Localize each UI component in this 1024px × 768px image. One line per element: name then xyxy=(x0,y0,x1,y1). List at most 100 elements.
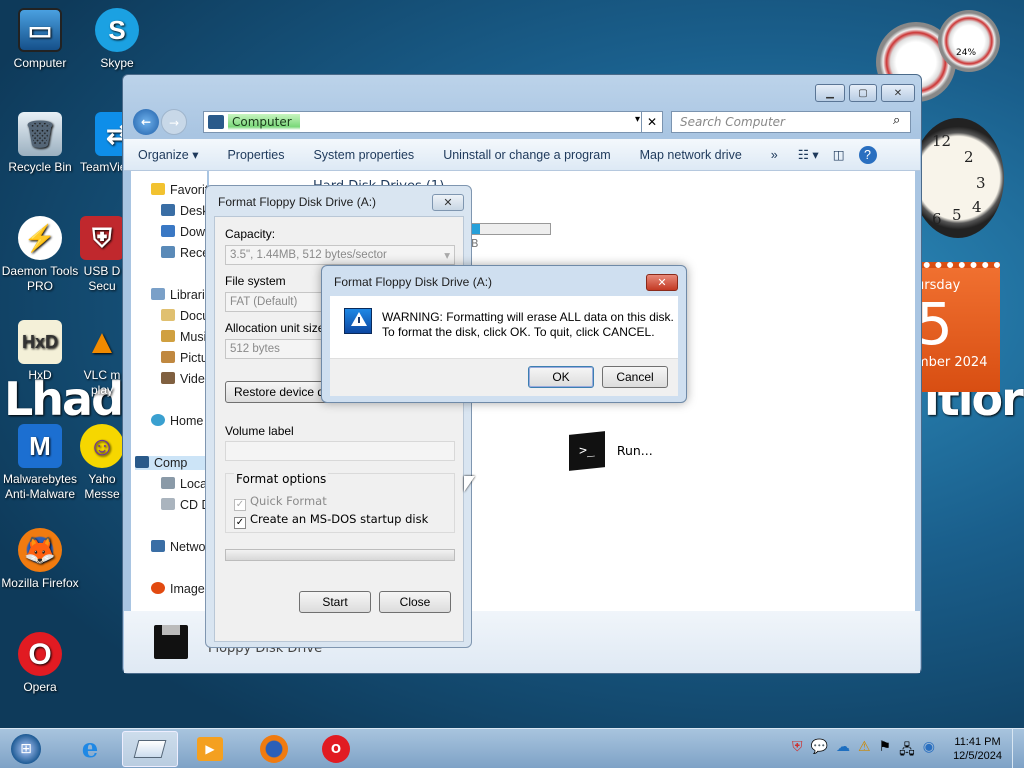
volume-tray-icon[interactable]: ◉ xyxy=(923,739,935,763)
opera-icon: O xyxy=(322,735,350,763)
desktop-icon-vlc[interactable]: ▲ VLC m play xyxy=(77,320,127,398)
msdos-startup-checkbox[interactable]: ✓ Create an MS-DOS startup disk xyxy=(234,512,428,529)
start-button[interactable]: Start xyxy=(299,591,371,613)
volume-label-label: Volume label xyxy=(225,424,294,438)
search-input[interactable]: Search Computer xyxy=(671,111,911,133)
start-button-orb[interactable]: ⊞ xyxy=(0,731,52,767)
media-player-icon: ▶ xyxy=(197,737,223,761)
warning-line-2: To format the disk, click OK. To quit, c… xyxy=(382,325,655,339)
help-icon[interactable]: ? xyxy=(858,145,877,164)
cd-drive-icon xyxy=(161,498,175,510)
usb-tray-icon[interactable]: ⚠ xyxy=(858,739,871,763)
properties-button[interactable]: Properties xyxy=(227,148,284,162)
security-shield-icon[interactable]: ⛨ xyxy=(792,739,803,763)
breadcrumb-computer[interactable]: Computer xyxy=(228,114,300,130)
desktop-icon-hxd[interactable]: HxD HxD xyxy=(0,320,80,383)
homegroup-icon xyxy=(151,414,165,426)
format-warning-dialog[interactable]: Format Floppy Disk Drive (A:) ✕ WARNING:… xyxy=(321,265,687,403)
yahoo-messenger-icon: ☺ xyxy=(80,424,124,468)
nav-favorites[interactable]: Favorit xyxy=(151,183,208,197)
capacity-select[interactable]: 3.5", 1.44MB, 512 bytes/sector xyxy=(225,245,455,265)
nav-libraries[interactable]: Librari xyxy=(151,288,205,302)
desktop-icon-firefox[interactable]: 🦊 Mozilla Firefox xyxy=(0,528,80,591)
desktop-icon-computer[interactable]: ▭ Computer xyxy=(0,8,80,71)
taskbar-firefox[interactable] xyxy=(246,731,302,767)
system-properties-button[interactable]: System properties xyxy=(313,148,414,162)
network-tray-icon[interactable]: 🖧 xyxy=(899,739,915,763)
maximize-button[interactable]: ▢ xyxy=(849,84,877,102)
nav-recent[interactable]: Rece xyxy=(161,246,209,260)
command-bar: Organize ▾ Properties System properties … xyxy=(124,139,920,171)
cancel-button[interactable]: Cancel xyxy=(602,366,668,388)
organize-menu[interactable]: Organize ▾ xyxy=(138,147,198,162)
desktop-icon-skype[interactable]: S Skype xyxy=(77,8,157,71)
desktop-icon-teamviewer[interactable]: ⇄ TeamVie xyxy=(77,112,127,175)
firefox-icon xyxy=(260,735,288,763)
desktop-icon-yahoo-messenger[interactable]: ☺ Yaho Messe xyxy=(77,424,127,502)
messenger-tray-icon[interactable]: 💬 xyxy=(811,739,828,763)
warning-icon xyxy=(344,308,372,334)
desktop-icon-opera[interactable]: O Opera xyxy=(0,632,80,695)
stop-button[interactable]: ✕ xyxy=(641,111,663,133)
nav-network[interactable]: Netwo xyxy=(151,540,205,554)
file-system-label: File system xyxy=(225,274,286,288)
nav-homegroup[interactable]: Home xyxy=(151,414,203,428)
flag-tray-icon[interactable]: ⚑ xyxy=(879,739,892,763)
desktop-icon-daemon-tools[interactable]: ⚡ Daemon Tools PRO xyxy=(0,216,80,294)
nav-desktop[interactable]: Desk xyxy=(161,204,208,218)
command-prompt-icon: >_ xyxy=(569,431,605,471)
format-dialog-close-button[interactable]: ✕ xyxy=(432,194,464,211)
computer-small-icon xyxy=(208,115,224,129)
run-shortcut[interactable]: >_ Run... xyxy=(569,431,653,471)
map-network-drive-button[interactable]: Map network drive xyxy=(640,148,742,162)
taskbar-opera[interactable]: O xyxy=(308,731,364,767)
nav-computer[interactable]: Comp xyxy=(135,456,205,470)
preview-pane-icon[interactable]: ◫ xyxy=(833,147,845,162)
ok-button[interactable]: OK xyxy=(528,366,594,388)
desktop-icon-usb-security[interactable]: ⛨ USB D Secu xyxy=(77,216,127,294)
address-bar[interactable]: Computer ▾ xyxy=(203,111,645,133)
explorer-folder-icon xyxy=(133,740,167,758)
tray-date: 12/5/2024 xyxy=(953,750,1002,762)
mouse-cursor-icon xyxy=(464,476,475,492)
drive-usage-bar xyxy=(471,223,551,235)
memory-meter-gadget[interactable]: 24% xyxy=(938,10,1000,72)
libraries-icon xyxy=(151,288,165,300)
onedrive-tray-icon[interactable]: ☁ xyxy=(836,739,850,763)
nav-downloads[interactable]: Dow xyxy=(161,225,205,239)
forward-button[interactable]: → xyxy=(161,109,187,135)
nav-pictures[interactable]: Pictu xyxy=(161,351,208,365)
nav-image[interactable]: Image xyxy=(151,582,205,596)
nav-videos[interactable]: Vide xyxy=(161,372,205,386)
uninstall-program-button[interactable]: Uninstall or change a program xyxy=(443,148,610,162)
recycle-bin-icon: 🗑 xyxy=(18,112,62,156)
desktop-icon-recycle-bin[interactable]: 🗑 Recycle Bin xyxy=(0,112,80,175)
nav-cd-drive[interactable]: CD D xyxy=(161,498,211,512)
capacity-label: Capacity: xyxy=(225,227,276,241)
warning-dialog-close-button[interactable]: ✕ xyxy=(646,274,678,291)
calendar-gadget[interactable]: ursday 5 mber 2024 xyxy=(912,262,1000,392)
hxd-icon: HxD xyxy=(18,320,62,364)
clock-gadget[interactable]: 12 2 3 4 5 6 xyxy=(912,118,1004,238)
back-button[interactable]: ← xyxy=(133,109,159,135)
volume-label-input[interactable] xyxy=(225,441,455,461)
close-window-button[interactable]: ✕ xyxy=(881,84,915,102)
close-button[interactable]: Close xyxy=(379,591,451,613)
minimize-button[interactable]: ▁ xyxy=(815,84,845,102)
taskbar-media-player[interactable]: ▶ xyxy=(182,731,238,767)
taskbar-internet-explorer[interactable]: e xyxy=(62,731,118,767)
quick-format-checkbox[interactable]: ✓ Quick Format xyxy=(234,494,327,511)
nav-documents[interactable]: Docu xyxy=(161,309,209,323)
taskbar-explorer[interactable] xyxy=(122,731,178,767)
view-options-icon[interactable]: ☷ ▾ xyxy=(798,147,819,162)
floppy-disk-icon xyxy=(154,625,188,659)
nav-local-disk[interactable]: Loca xyxy=(161,477,207,491)
nav-music[interactable]: Musi xyxy=(161,330,206,344)
dropdown-arrow-icon[interactable]: ▾ xyxy=(635,114,640,125)
format-dialog[interactable]: Format Floppy Disk Drive (A:) ✕ Capacity… xyxy=(205,185,472,648)
tray-clock[interactable]: 11:41 PM 12/5/2024 xyxy=(953,735,1002,763)
show-desktop-button[interactable] xyxy=(1012,729,1024,768)
more-commands-button[interactable]: » xyxy=(771,148,778,162)
search-icon[interactable]: ⌕ xyxy=(893,113,900,128)
desktop-icon-malwarebytes[interactable]: M Malwarebytes Anti-Malware xyxy=(0,424,80,502)
